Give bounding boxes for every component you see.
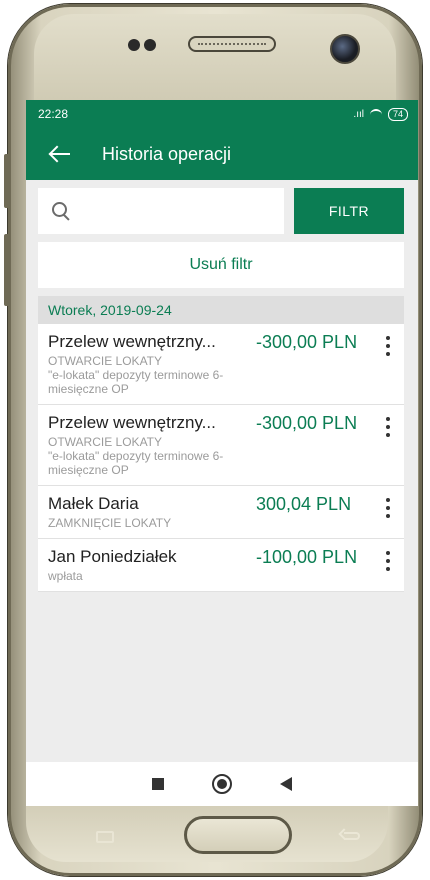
transaction-amount: -100,00 PLN: [256, 547, 358, 567]
earpiece-speaker: [188, 36, 276, 52]
list-item[interactable]: Przelew wewnętrzny... OTWARCIE LOKATY "e…: [38, 405, 404, 486]
transaction-title: Przelew wewnętrzny...: [48, 332, 216, 351]
signal-icon: .ııl: [353, 108, 364, 120]
search-input[interactable]: [38, 188, 284, 234]
front-camera: [330, 34, 360, 64]
sensor-dots: [128, 38, 160, 56]
transaction-subtitle: OTWARCIE LOKATY "e-lokata" depozyty term…: [48, 354, 244, 396]
hardware-recents-icon[interactable]: [96, 831, 114, 843]
more-options-icon[interactable]: [386, 551, 390, 575]
home-circle-icon[interactable]: [212, 774, 232, 794]
back-triangle-icon[interactable]: [280, 777, 292, 791]
status-icons: .ııl 74: [353, 107, 408, 121]
page-title: Historia operacji: [102, 143, 232, 164]
list-item-text: Przelew wewnętrzny... OTWARCIE LOKATY "e…: [48, 413, 244, 477]
main-content: FILTR Usuń filtr Wtorek, 2019-09-24 Prze…: [26, 180, 418, 806]
transaction-title: Małek Daria: [48, 494, 139, 513]
volume-up-button: [4, 154, 10, 208]
recents-square-icon[interactable]: [152, 778, 164, 790]
more-options-icon[interactable]: [386, 417, 390, 441]
date-header: Wtorek, 2019-09-24: [38, 296, 404, 324]
list-item-text: Jan Poniedziałek wpłata: [48, 547, 244, 583]
filter-button[interactable]: FILTR: [294, 188, 404, 234]
transaction-subtitle: OTWARCIE LOKATY "e-lokata" depozyty term…: [48, 435, 244, 477]
list-item-text: Przelew wewnętrzny... OTWARCIE LOKATY "e…: [48, 332, 244, 396]
battery-icon: 74: [387, 107, 408, 121]
status-bar: 22:28 .ııl 74: [26, 100, 418, 128]
transaction-title: Jan Poniedziałek: [48, 547, 177, 566]
transaction-amount: -300,00 PLN: [256, 413, 358, 433]
hardware-back-icon[interactable]: [340, 830, 362, 844]
list-item-text: Małek Daria ZAMKNIĘCIE LOKATY: [48, 494, 244, 530]
list-item[interactable]: Małek Daria ZAMKNIĘCIE LOKATY 300,04 PLN: [38, 486, 404, 539]
transaction-amount: 300,04 PLN: [256, 494, 352, 514]
app-screen: 22:28 .ııl 74 Historia operacji FILTR Us…: [26, 100, 418, 806]
volume-down-button: [4, 234, 10, 306]
system-nav-bar: [26, 762, 418, 806]
transaction-list: Wtorek, 2019-09-24 Przelew wewnętrzny...…: [38, 296, 404, 592]
status-time: 22:28: [38, 107, 69, 121]
search-row: FILTR: [38, 188, 404, 234]
clear-filter-button[interactable]: Usuń filtr: [38, 242, 404, 288]
wifi-icon: [369, 108, 382, 120]
transaction-subtitle: wpłata: [48, 569, 83, 583]
transaction-title: Przelew wewnętrzny...: [48, 413, 216, 432]
transaction-subtitle-text: OTWARCIE LOKATY "e-lokata" depozyty term…: [48, 354, 224, 396]
arrow-left-icon[interactable]: [48, 144, 72, 164]
transaction-subtitle: ZAMKNIĘCIE LOKATY: [48, 516, 172, 530]
app-bar: Historia operacji: [26, 128, 418, 180]
list-item[interactable]: Jan Poniedziałek wpłata -100,00 PLN: [38, 539, 404, 592]
transaction-amount: -300,00 PLN: [256, 332, 358, 352]
search-icon: [52, 202, 70, 220]
more-options-icon[interactable]: [386, 498, 390, 522]
hardware-home-button[interactable]: [184, 816, 292, 854]
more-options-icon[interactable]: [386, 336, 390, 360]
transaction-subtitle-text: OTWARCIE LOKATY "e-lokata" depozyty term…: [48, 435, 224, 477]
list-item[interactable]: Przelew wewnętrzny... OTWARCIE LOKATY "e…: [38, 324, 404, 405]
